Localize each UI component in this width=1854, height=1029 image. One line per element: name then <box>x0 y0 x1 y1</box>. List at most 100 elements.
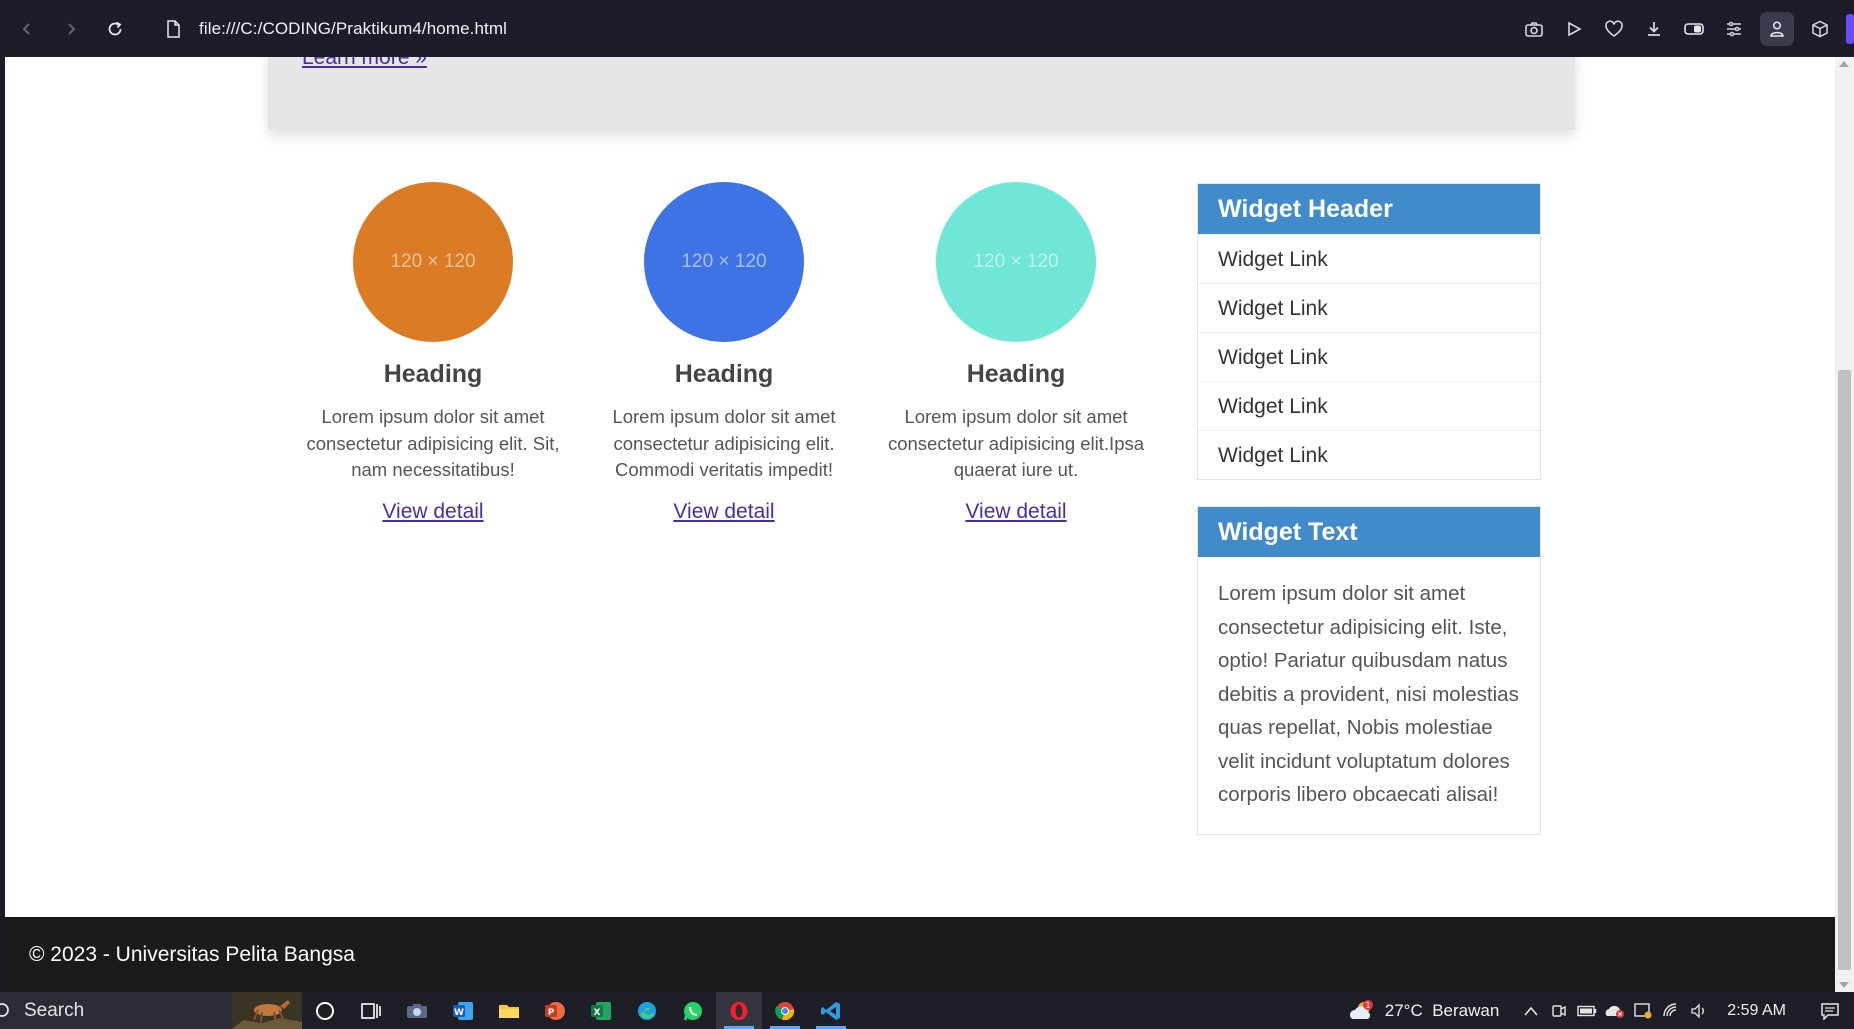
chevron-up-icon <box>1524 1006 1538 1016</box>
cortana-button[interactable] <box>302 992 348 1029</box>
page-footer: © 2023 - Universitas Pelita Bangsa <box>5 917 1835 992</box>
back-icon <box>22 22 30 35</box>
placeholder-label: 120 × 120 <box>681 251 767 272</box>
view-detail-link[interactable]: View detail <box>673 500 774 524</box>
footer-copyright: © 2023 - Universitas Pelita Bangsa <box>29 943 355 966</box>
word-button[interactable]: W <box>440 992 486 1029</box>
whatsapp-button[interactable] <box>670 992 716 1029</box>
security-button[interactable] <box>1629 992 1657 1029</box>
feature-heading: Heading <box>383 360 483 388</box>
svg-text:X: X <box>594 1008 601 1018</box>
extensions-button[interactable] <box>1800 9 1840 49</box>
downloads-button[interactable] <box>1634 9 1674 49</box>
feature-image-placeholder: 120 × 120 <box>644 182 804 342</box>
security-alert-icon <box>1634 1002 1652 1018</box>
widget-link[interactable]: Widget Link <box>1198 332 1540 381</box>
back-button[interactable] <box>10 12 44 46</box>
heart-icon <box>1605 19 1623 37</box>
scroll-up-arrow[interactable] <box>1839 61 1849 67</box>
cloud-error-icon <box>1605 1005 1625 1018</box>
player-button[interactable] <box>1554 9 1594 49</box>
favorites-button[interactable] <box>1594 9 1634 49</box>
search-highlight-icon <box>232 992 302 1029</box>
scroll-down-arrow[interactable] <box>1839 982 1849 988</box>
feature-heading: Heading <box>966 360 1066 388</box>
windows-taskbar: Search W P X 1 27°C Berawan 2:59 AM <box>0 992 1854 1029</box>
word-icon: W <box>453 1001 473 1020</box>
snapshot-button[interactable] <box>1514 9 1554 49</box>
feature-text: Lorem ipsum dolor sit amet consectetur a… <box>612 406 836 480</box>
battery-saver-button[interactable] <box>1674 9 1714 49</box>
notifications-button[interactable] <box>1816 992 1844 1029</box>
tray-overflow-button[interactable] <box>1517 992 1545 1029</box>
feature-image-placeholder: 120 × 120 <box>936 182 1096 342</box>
text-widget: Widget Text Lorem ipsum dolor sit amet c… <box>1197 506 1541 835</box>
weather-widget[interactable]: 1 <box>1345 992 1379 1029</box>
notification-icon <box>1821 1002 1839 1020</box>
meet-now-button[interactable] <box>1545 992 1573 1029</box>
widget-link[interactable]: Widget Link <box>1198 430 1540 479</box>
feature-card: 120 × 120 Heading Lorem ipsum dolor sit … <box>871 182 1161 524</box>
file-explorer-button[interactable] <box>486 992 532 1029</box>
feature-image-placeholder: 120 × 120 <box>353 182 513 342</box>
svg-text:P: P <box>548 1008 555 1018</box>
edge-icon <box>638 1001 656 1020</box>
weather-text[interactable]: 27°C Berawan <box>1385 1001 1500 1021</box>
placeholder-label: 120 × 120 <box>390 251 476 272</box>
battery-toggle-icon <box>1684 22 1704 35</box>
edge-button[interactable] <box>624 992 670 1029</box>
scroll-thumb[interactable] <box>1838 370 1851 970</box>
easy-setup-button[interactable] <box>1714 9 1754 49</box>
whatsapp-icon <box>683 1001 702 1021</box>
learn-more-link[interactable]: Learn more » <box>302 57 427 69</box>
opera-button[interactable] <box>716 992 762 1029</box>
feature-card: 120 × 120 Heading Lorem ipsum dolor sit … <box>579 182 869 524</box>
feature-heading: Heading <box>674 360 774 388</box>
view-detail-link[interactable]: View detail <box>965 500 1066 524</box>
vscode-button[interactable] <box>808 992 854 1029</box>
reload-button[interactable] <box>98 12 132 46</box>
task-view-button[interactable] <box>348 992 394 1029</box>
camera-app-icon <box>407 1003 427 1018</box>
download-icon <box>1648 21 1660 36</box>
reload-icon <box>108 21 122 35</box>
file-explorer-icon <box>499 1004 519 1018</box>
widget-link[interactable]: Widget Link <box>1198 234 1540 283</box>
network-button[interactable] <box>1657 992 1685 1029</box>
battery-indicator[interactable] <box>1573 992 1601 1029</box>
address-bar[interactable]: file:///C:/CODING/Praktikum4/home.html <box>166 19 507 39</box>
vertical-scrollbar[interactable] <box>1835 57 1854 992</box>
file-icon <box>167 19 180 38</box>
browser-toolbar: file:///C:/CODING/Praktikum4/home.html <box>0 0 1854 57</box>
onedrive-button[interactable] <box>1601 992 1629 1029</box>
powerpoint-button[interactable]: P <box>532 992 578 1029</box>
search-icon <box>0 1002 9 1017</box>
forward-button[interactable] <box>54 12 88 46</box>
cube-icon <box>1812 20 1828 37</box>
wifi-icon <box>1663 1002 1677 1016</box>
excel-icon: X <box>591 1001 611 1020</box>
meet-now-icon <box>1552 1004 1566 1017</box>
vscode-icon <box>821 1001 840 1020</box>
user-icon <box>1770 20 1784 37</box>
cortana-icon <box>316 1001 334 1020</box>
url-text[interactable]: file:///C:/CODING/Praktikum4/home.html <box>199 19 507 39</box>
search-placeholder: Search <box>24 999 85 1021</box>
task-view-icon <box>361 1002 381 1019</box>
jumbotron: Learn more » <box>268 57 1575 130</box>
excel-button[interactable]: X <box>578 992 624 1029</box>
taskbar-search[interactable]: Search <box>0 992 302 1029</box>
weather-badge-count: 1 <box>1365 1001 1370 1010</box>
camera-app-button[interactable] <box>394 992 440 1029</box>
widget-link[interactable]: Widget Link <box>1198 283 1540 332</box>
forward-icon <box>68 22 76 35</box>
settings-sliders-icon <box>1727 21 1741 36</box>
chrome-button[interactable] <box>762 992 808 1029</box>
battery-icon <box>1577 1005 1597 1016</box>
widget-link[interactable]: Widget Link <box>1198 381 1540 430</box>
profile-button[interactable] <box>1760 11 1794 46</box>
volume-button[interactable] <box>1685 992 1713 1029</box>
clock-time[interactable]: 2:59 AM <box>1727 1002 1786 1020</box>
view-detail-link[interactable]: View detail <box>382 500 483 524</box>
system-tray: 1 27°C Berawan 2:59 AM <box>1345 992 1854 1029</box>
